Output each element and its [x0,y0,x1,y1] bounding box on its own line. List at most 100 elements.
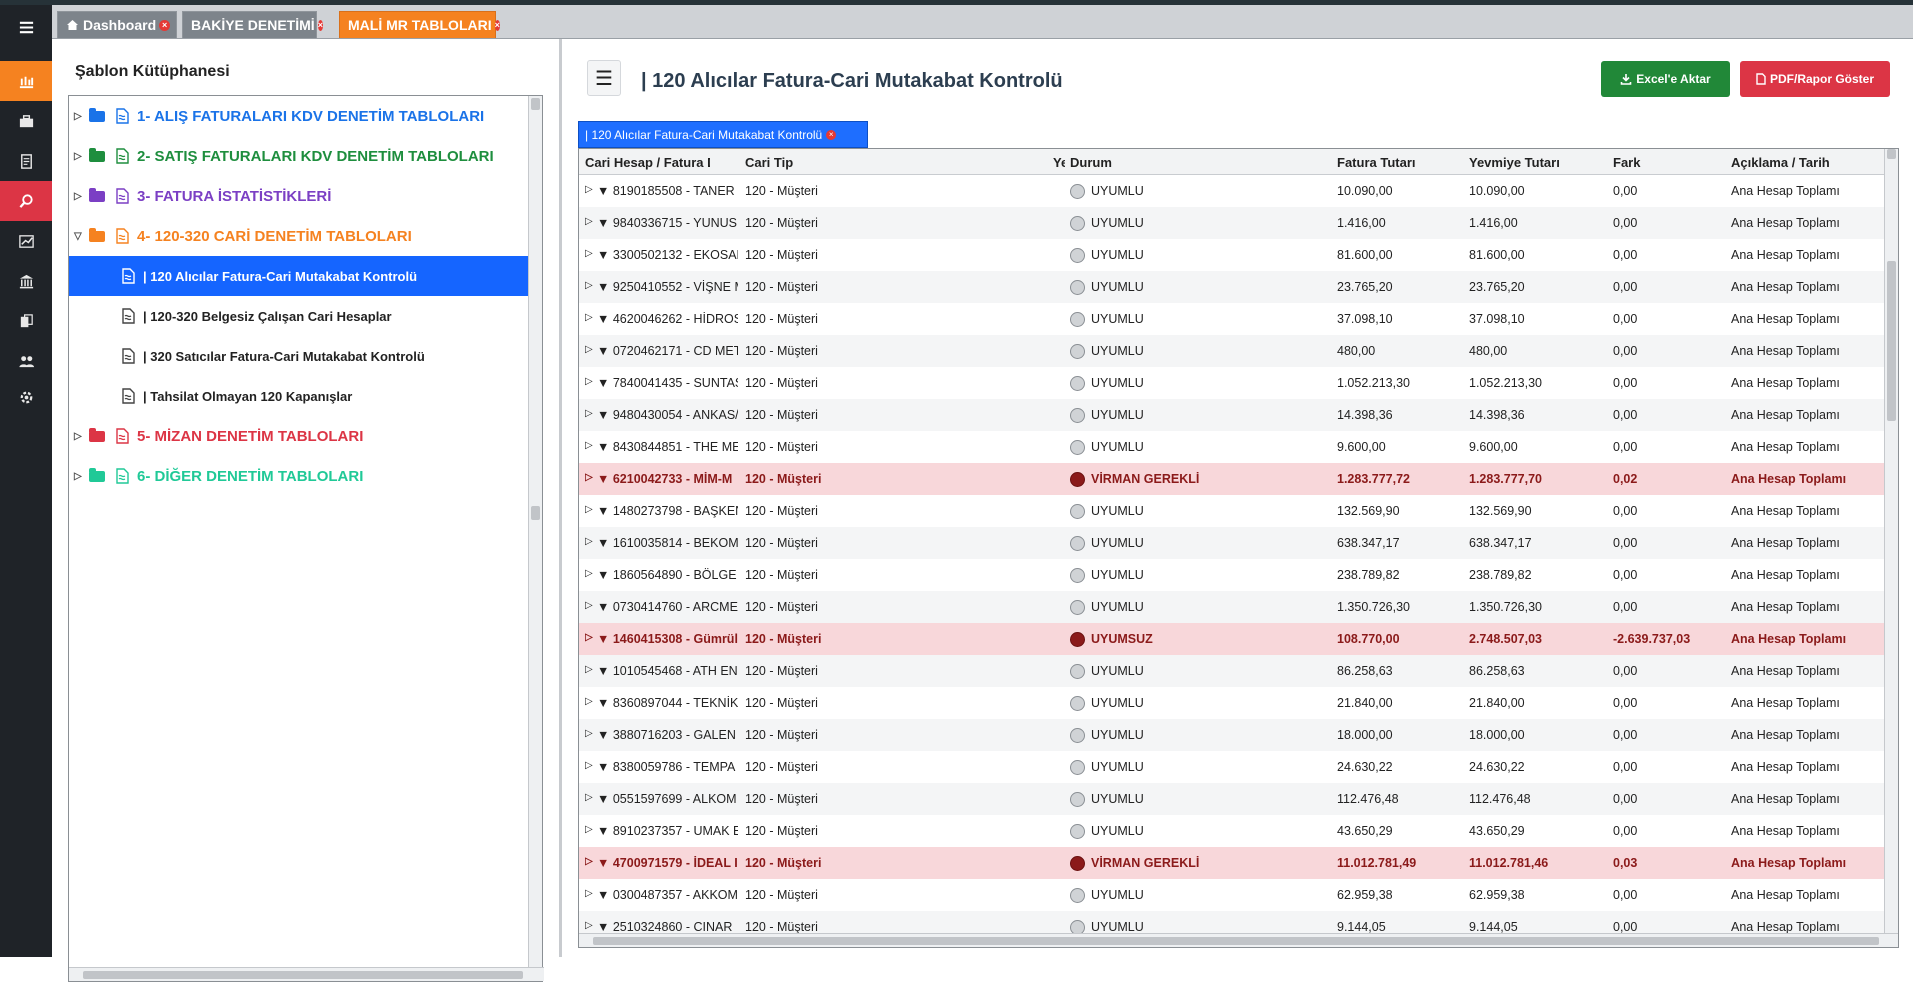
chevron-down-icon[interactable]: ▽ [74,231,84,242]
expand-icon[interactable]: ▷ [585,184,595,195]
column-header[interactable]: Fark [1613,155,1693,170]
tree-item[interactable]: | 320 Satıcılar Fatura-Cari Mutakabat Ko… [69,336,425,376]
vertical-scrollbar[interactable] [1884,149,1898,935]
table-row[interactable]: ▷ ▼ 1860564890 - BÖLGE I 120 - Müşteri UYUM… [579,559,1884,591]
scroll-up-arrow[interactable] [1887,149,1896,159]
expand-icon[interactable]: ▷ [585,248,595,259]
scroll-thumb[interactable] [593,937,1879,945]
table-row[interactable]: ▷ ▼ 1610035814 - BEKOM 120 - Müşteri UYUMLU… [579,527,1884,559]
table-row[interactable]: ▷ ▼ 1480273798 - BAŞKEN 120 - Müşteri UYUML… [579,495,1884,527]
table-row[interactable]: ▷ ▼ 8190185508 - TANER 120 - Müşteri UYUMLU… [579,175,1884,207]
expand-icon[interactable]: ▷ [585,504,595,515]
nav-menu-button[interactable] [0,5,52,49]
table-row[interactable]: ▷ ▼ 3880716203 - GALEN 120 - Müşteri UYUMLU… [579,719,1884,751]
tree-group-4[interactable]: ▽ 4- 120-320 CARİ DENETİM TABLOLARI [69,216,412,256]
tree-item[interactable]: | 120-320 Belgesiz Çalışan Cari Hesaplar [69,296,392,336]
tree-group-1[interactable]: ▷ 1- ALIŞ FATURALARI KDV DENETİM TABLOLAR… [69,96,484,136]
nav-bank-button[interactable] [0,261,52,301]
table-row[interactable]: ▷ ▼ 4700971579 - İDEAL I 120 - Müşteri VİRM… [579,847,1884,879]
nav-dashboard-button[interactable] [0,61,52,101]
expand-icon[interactable]: ▷ [585,920,595,931]
table-row[interactable]: ▷ ▼ 7840041435 - SUNTAŞ 120 - Müşteri UYUML… [579,367,1884,399]
scroll-up-arrow[interactable] [531,98,540,110]
expand-icon[interactable]: ▷ [585,728,595,739]
tab-bakiye[interactable]: BAKİYE DENETİMİ × [182,11,323,38]
expand-icon[interactable]: ▷ [585,568,595,579]
expand-icon[interactable]: ▷ [585,312,595,323]
tree-group-6[interactable]: ▷ 6- DİĞER DENETİM TABLOLARI [69,456,363,496]
expand-icon[interactable]: ▷ [585,376,595,387]
column-header[interactable]: Cari Hesap / Fatura Detay [585,155,710,170]
close-icon[interactable]: × [159,19,171,31]
expand-icon[interactable]: ▷ [585,824,595,835]
expand-icon[interactable]: ▷ [585,888,595,899]
table-row[interactable]: ▷ ▼ 1460415308 - Gümrül 120 - Müşteri UYUMS… [579,623,1884,655]
close-icon[interactable]: × [317,19,323,31]
table-row[interactable]: ▷ ▼ 9480430054 - ANKAS/120 - Müşteri UYUML… [579,399,1884,431]
nav-documents-button[interactable] [0,301,52,341]
tree-group-2[interactable]: ▷ 2- SATIŞ FATURALARI KDV DENETİM TABLOLA… [69,136,494,176]
table-row[interactable]: ▷ ▼ 9840336715 - YUNUS 120 - Müşteri UYUMLU… [579,207,1884,239]
horizontal-scrollbar[interactable] [579,933,1898,947]
column-header[interactable]: Ye [1053,155,1065,170]
nav-ledger-button[interactable] [0,141,52,181]
expand-icon[interactable]: ▷ [585,792,595,803]
tab-mali-mr[interactable]: MALİ MR TABLOLARI × [339,11,500,38]
report-subtab[interactable]: | 120 Alıcılar Fatura-Cari Mutakabat Kon… [578,121,868,148]
expand-icon[interactable]: ▷ [585,472,595,483]
horizontal-scrollbar[interactable] [69,967,544,981]
column-header[interactable]: Cari Tip [745,155,985,170]
table-row[interactable]: ▷ ▼ 4620046262 - HİDROS 120 - Müşteri UYUML… [579,303,1884,335]
chevron-right-icon[interactable]: ▷ [74,191,84,202]
table-row[interactable]: ▷ ▼ 8430844851 - THE ME 120 - Müşteri UYUML… [579,431,1884,463]
expand-icon[interactable]: ▷ [585,664,595,675]
nav-search-button[interactable] [0,181,52,221]
column-header[interactable]: Açıklama / Tarih [1731,155,1881,170]
expand-icon[interactable]: ▷ [585,536,595,547]
expand-icon[interactable]: ▷ [585,216,595,227]
expand-icon[interactable]: ▷ [585,344,595,355]
table-row[interactable]: ▷ ▼ 0551597699 - ALKOM 120 - Müşteri UYUMLU… [579,783,1884,815]
nav-chart-button[interactable] [0,221,52,261]
table-row[interactable]: ▷ ▼ 8910237357 - UMAK E 120 - Müşteri UYUML… [579,815,1884,847]
expand-icon[interactable]: ▷ [585,632,595,643]
pdf-report-button[interactable]: PDF/Rapor Göster [1740,61,1890,97]
table-row[interactable]: ▷ ▼ 8380059786 - TEMPA 120 - Müşteri UYUMLU… [579,751,1884,783]
nav-briefcase-button[interactable] [0,101,52,141]
expand-icon[interactable]: ▷ [585,280,595,291]
menu-toggle-button[interactable]: ☰ [587,60,621,96]
tree-item[interactable]: | Tahsilat Olmayan 120 Kapanışlar [69,376,352,416]
table-row[interactable]: ▷ ▼ 1010545468 - ATH EN 120 - Müşteri UYUML… [579,655,1884,687]
close-icon[interactable]: × [826,129,837,140]
tree-group-5[interactable]: ▷ 5- MİZAN DENETİM TABLOLARI [69,416,363,456]
table-row[interactable]: ▷ ▼ 3300502132 - EKOSAN 120 - Müşteri UYUML… [579,239,1884,271]
expand-icon[interactable]: ▷ [585,856,595,867]
tree-item[interactable]: | 120 Alıcılar Fatura-Cari Mutakabat Kon… [69,256,535,296]
chevron-right-icon[interactable]: ▷ [74,431,84,442]
column-header[interactable]: Fatura Tutarı [1337,155,1457,170]
table-row[interactable]: ▷ ▼ 8360897044 - TEKNİK 120 - Müşteri UYUML… [579,687,1884,719]
nav-settings-button[interactable] [0,379,52,415]
export-excel-button[interactable]: Excel'e Aktar [1601,61,1730,97]
tab-dashboard[interactable]: Dashboard × [57,11,177,38]
table-row[interactable]: ▷ ▼ 0730414760 - ARCMEI 120 - Müşteri UYUML… [579,591,1884,623]
vertical-scrollbar[interactable] [528,96,542,970]
scroll-thumb[interactable] [531,506,540,520]
tree-group-3[interactable]: ▷ 3- FATURA İSTATİSTİKLERİ [69,176,331,216]
table-row[interactable]: ▷ ▼ 6210042733 - MİM-M 120 - Müşteri VİRMAN… [579,463,1884,495]
scroll-thumb[interactable] [83,971,523,979]
table-row[interactable]: ▷ ▼ 0300487357 - AKKOM 120 - Müşteri UYUMLU… [579,879,1884,911]
expand-icon[interactable]: ▷ [585,696,595,707]
nav-users-button[interactable] [0,341,52,381]
column-header[interactable]: Durum [1070,155,1270,170]
chevron-right-icon[interactable]: ▷ [74,151,84,162]
expand-icon[interactable]: ▷ [585,760,595,771]
table-row[interactable]: ▷ ▼ 0720462171 - CD MET 120 - Müşteri UYUML… [579,335,1884,367]
expand-icon[interactable]: ▷ [585,408,595,419]
column-header[interactable]: Yevmiye Tutarı [1469,155,1599,170]
expand-icon[interactable]: ▷ [585,440,595,451]
table-row[interactable]: ▷ ▼ 9250410552 - VİŞNE M 120 - Müşteri UYUM… [579,271,1884,303]
chevron-right-icon[interactable]: ▷ [74,111,84,122]
expand-icon[interactable]: ▷ [585,600,595,611]
scroll-thumb[interactable] [1887,261,1896,421]
